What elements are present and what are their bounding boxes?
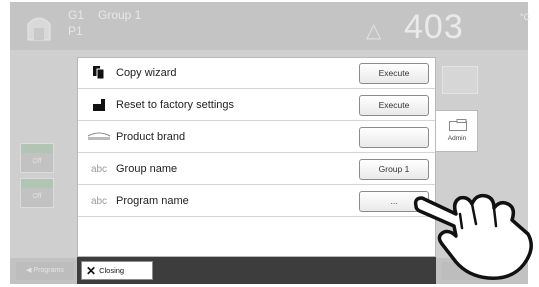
switch-1: Off [20,143,54,173]
pointing-hand-icon [413,193,533,280]
factory-icon [86,97,112,113]
menu-row-reset-factory: Reset to factory settings Execute [78,90,435,121]
program-name-label: Program name [116,195,189,207]
product-brand-label: Product brand [116,131,186,143]
abc-icon: abc [90,195,108,207]
furnace-icon [27,17,51,41]
abc-icon: abc [90,163,108,175]
tab-admin[interactable]: Admin [436,110,478,152]
menu-row-group-name: abc Group name Group 1 [78,154,435,185]
temperature-readout: 403 [404,8,464,46]
group-code: G1 [68,8,85,22]
program-code: P1 [68,24,83,38]
menu-row-copy-wizard: Copy wizard Execute [78,58,435,89]
switch-2-label: Off [32,193,42,200]
reset-factory-execute-button[interactable]: Execute [359,95,429,116]
temperature-unit: °C [520,12,531,22]
group-name-button[interactable]: Group 1 [359,159,429,180]
settings-dialog: Copy wizard Execute Reset to factory set… [77,57,436,257]
closing-button[interactable]: ✕ Closing [81,261,153,280]
reset-factory-label: Reset to factory settings [116,99,234,111]
switch-1-label: Off [32,158,42,165]
copy-wizard-execute-button[interactable]: Execute [359,63,429,84]
menu-row-product-brand: Product brand [78,122,435,153]
closing-label: Closing [99,266,125,275]
dialog-footer: ✕ Closing [77,257,436,284]
brand-logo-icon [86,129,112,145]
group-name: Group 1 [98,8,142,22]
close-x-icon: ✕ [86,263,97,278]
menu-row-program-name: abc Program name ... [78,186,435,217]
info-button [442,66,478,94]
group-name-label: Group name [116,163,178,175]
folder-icon [449,119,467,131]
vacuum-icon: △ [366,20,382,42]
copy-wizard-label: Copy wizard [116,67,177,79]
programs-button: ◀ Programs [16,262,74,280]
product-brand-button[interactable] [359,127,429,148]
copy-icon [86,65,112,81]
tab-admin-label: Admin [447,135,467,142]
switch-2: Off [20,178,54,208]
